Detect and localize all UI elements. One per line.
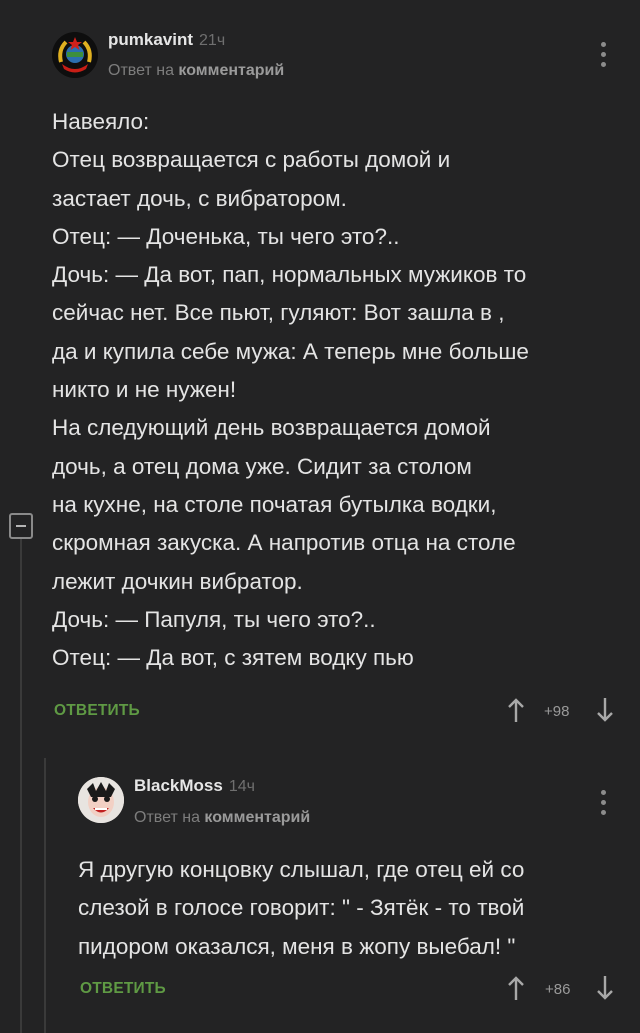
reply-to-link[interactable]: Ответ на комментарий — [108, 62, 284, 80]
reply-prefix: Ответ на — [108, 62, 174, 79]
comment-time: 21ч — [199, 32, 226, 49]
comment-line: слезой в голосе говорит: " - Зятёк - то … — [78, 895, 525, 921]
comment-line: Отец: — Да вот, с зятем водку пью — [52, 645, 414, 671]
arrow-down-icon[interactable] — [596, 697, 614, 723]
reply-target[interactable]: комментарий — [204, 809, 310, 826]
reply-button[interactable]: ОТВЕТИТЬ — [80, 980, 166, 998]
kebab-menu-icon[interactable] — [601, 42, 607, 72]
rating-count: +98 — [544, 703, 570, 720]
comment-line: дочь, а отец дома уже. Сидит за столом — [52, 453, 472, 479]
arrow-up-icon[interactable] — [507, 697, 525, 723]
collapse-thread-icon[interactable] — [9, 513, 33, 539]
comment-time: 14ч — [228, 778, 255, 795]
avatar[interactable] — [78, 777, 124, 823]
comment-author[interactable]: pumkavint 21ч — [108, 30, 225, 50]
thread-line — [20, 539, 22, 1033]
kebab-menu-icon[interactable] — [601, 790, 607, 820]
ussr-emblem-icon — [52, 32, 98, 78]
comment-line: Отец возвращается с работы домой и — [52, 147, 451, 173]
nested-thread-line — [44, 758, 46, 1033]
comment-line: застает дочь, с вибратором. — [52, 185, 347, 211]
comment-line: Я другую концовку слышал, где отец ей со — [78, 857, 525, 882]
comment-author[interactable]: BlackMoss 14ч — [134, 776, 255, 796]
comment-body: Я другую концовку слышал, где отец ей со… — [78, 851, 524, 966]
comment-line: Дочь: — Папуля, ты чего это?.. — [52, 606, 376, 632]
comment-line: скромная закуска. А напротив отца на сто… — [52, 530, 516, 556]
comment-line: сейчас нет. Все пьют, гуляют: Вот зашла … — [52, 300, 505, 326]
reply-target[interactable]: комментарий — [178, 62, 284, 79]
comment-line: Дочь: — Да вот, пап, нормальных мужиков … — [52, 262, 527, 288]
comment-line: никто и не нужен! — [52, 377, 237, 403]
reply-button[interactable]: ОТВЕТИТЬ — [54, 702, 140, 720]
reply-prefix: Ответ на — [134, 809, 200, 826]
rating-count: +86 — [545, 981, 571, 998]
comment-line: пидором оказался, меня в жопу выебал! " — [78, 933, 516, 959]
arrow-up-icon[interactable] — [507, 975, 525, 1001]
avatar[interactable] — [52, 32, 98, 78]
reply-to-link[interactable]: Ответ на комментарий — [134, 809, 310, 827]
comment-line: лежит дочкин вибратор. — [52, 568, 303, 594]
author-name[interactable]: pumkavint — [108, 30, 193, 49]
comment-body: Навеяло: Отец возвращается с работы домо… — [52, 103, 529, 677]
author-name[interactable]: BlackMoss — [134, 776, 223, 795]
comment-line: да и купила себе мужа: А теперь мне боль… — [52, 338, 529, 364]
face-avatar-icon — [78, 777, 124, 823]
comment-line: на кухне, на столе початая бутылка водки… — [52, 491, 497, 517]
comment-line: Отец: — Доченька, ты чего это?.. — [52, 223, 400, 249]
comment-line: На следующий день возвращается домой — [52, 415, 491, 441]
arrow-down-icon[interactable] — [596, 975, 614, 1001]
comment-line: Навеяло: — [52, 109, 150, 134]
